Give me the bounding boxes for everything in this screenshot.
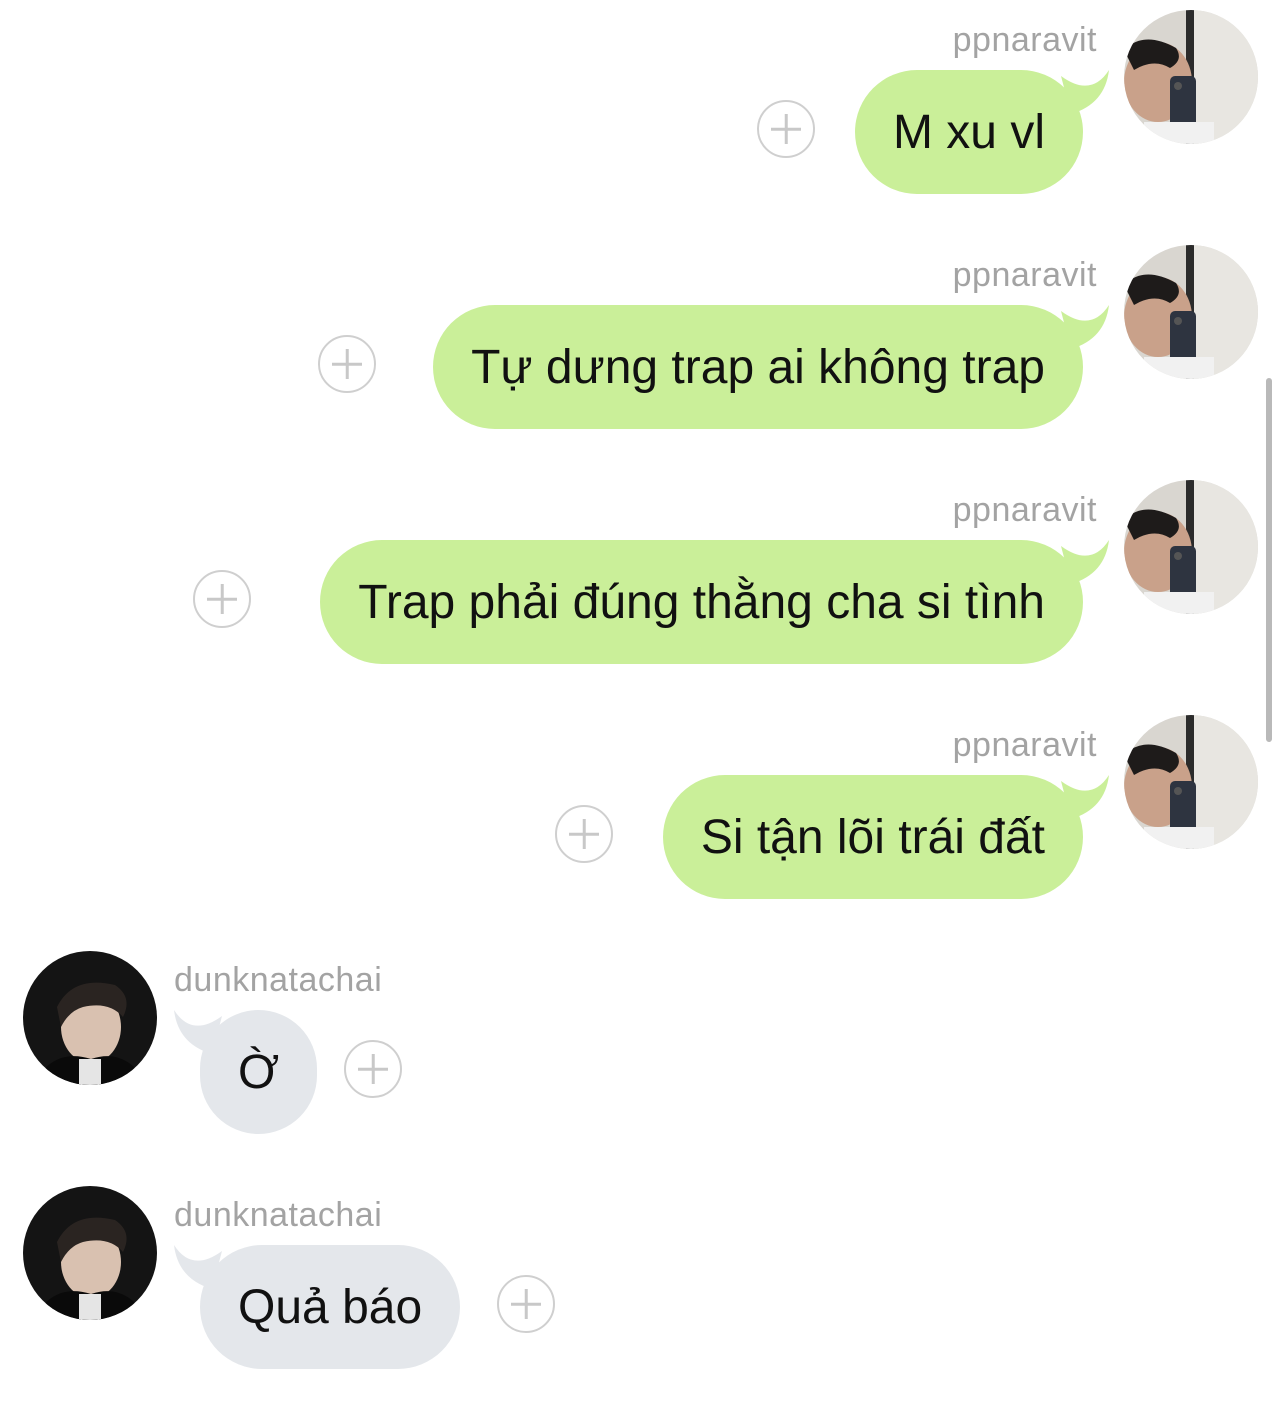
message-text: Quả báo: [238, 1280, 423, 1334]
message-bubble-container: Si tận lõi trái đất: [662, 775, 1109, 899]
message-bubble[interactable]: Trap phải đúng thằng cha si tình: [320, 540, 1109, 664]
sender-name: ppnaravit: [952, 726, 1097, 764]
scrollbar[interactable]: [1266, 378, 1272, 742]
message-text: Trap phải đúng thằng cha si tình: [358, 575, 1045, 629]
avatar-image: [23, 951, 157, 1085]
add-reaction-icon[interactable]: [757, 100, 815, 158]
message-text: Tự dưng trap ai không trap: [471, 340, 1045, 394]
bubble-tail: [174, 1010, 222, 1054]
avatar[interactable]: [23, 1186, 157, 1320]
bubble-tail: [174, 1245, 222, 1289]
message-text: M xu vl: [892, 105, 1045, 159]
message-row: ppnaravit Trap phải đúng thằng cha si tì…: [0, 480, 1283, 720]
avatar-image: [1124, 245, 1258, 379]
sender-name: dunknatachai: [174, 961, 383, 999]
message-row: dunknatachai Ờ: [0, 951, 1283, 1190]
bubble-tail: [1061, 70, 1109, 114]
add-reaction-icon[interactable]: [193, 570, 251, 628]
avatar[interactable]: [1124, 10, 1258, 144]
add-reaction-icon[interactable]: [555, 805, 613, 863]
sender-name: ppnaravit: [952, 491, 1097, 529]
bubble-tail: [1061, 775, 1109, 819]
avatar-image: [23, 1186, 157, 1320]
message-bubble[interactable]: Ờ: [174, 1010, 318, 1134]
sender-name: ppnaravit: [952, 21, 1097, 59]
message-bubble-container: Trap phải đúng thằng cha si tình: [320, 540, 1109, 664]
add-reaction-icon[interactable]: [497, 1275, 555, 1333]
message-bubble-container: Ờ: [174, 1010, 318, 1134]
message-text: Ờ: [238, 1045, 280, 1099]
message-row: ppnaravit Si tận lõi trái đất: [0, 715, 1283, 955]
message-bubble[interactable]: M xu vl: [854, 70, 1109, 194]
sender-name: dunknatachai: [174, 1196, 383, 1234]
avatar[interactable]: [1124, 245, 1258, 379]
message-bubble[interactable]: Quả báo: [174, 1245, 461, 1369]
add-reaction-icon[interactable]: [318, 335, 376, 393]
avatar[interactable]: [1124, 715, 1258, 849]
message-bubble[interactable]: Si tận lõi trái đất: [662, 775, 1109, 899]
avatar[interactable]: [1124, 480, 1258, 614]
message-bubble-container: M xu vl: [854, 70, 1109, 194]
message-bubble-container: Tự dưng trap ai không trap: [433, 305, 1109, 429]
avatar-image: [1124, 10, 1258, 144]
message-text: Si tận lõi trái đất: [700, 810, 1045, 864]
sender-name: ppnaravit: [952, 256, 1097, 294]
avatar[interactable]: [23, 951, 157, 1085]
message-row: ppnaravit Tự dưng trap ai không trap: [0, 245, 1283, 485]
bubble-tail: [1061, 305, 1109, 349]
message-bubble[interactable]: Tự dưng trap ai không trap: [433, 305, 1109, 429]
bubble-tail: [1061, 540, 1109, 584]
avatar-image: [1124, 715, 1258, 849]
avatar-image: [1124, 480, 1258, 614]
message-row: ppnaravit M xu vl: [0, 10, 1283, 250]
message-bubble-container: Quả báo: [174, 1245, 461, 1369]
add-reaction-icon[interactable]: [344, 1040, 402, 1098]
message-row: dunknatachai Quả báo: [0, 1186, 1283, 1425]
